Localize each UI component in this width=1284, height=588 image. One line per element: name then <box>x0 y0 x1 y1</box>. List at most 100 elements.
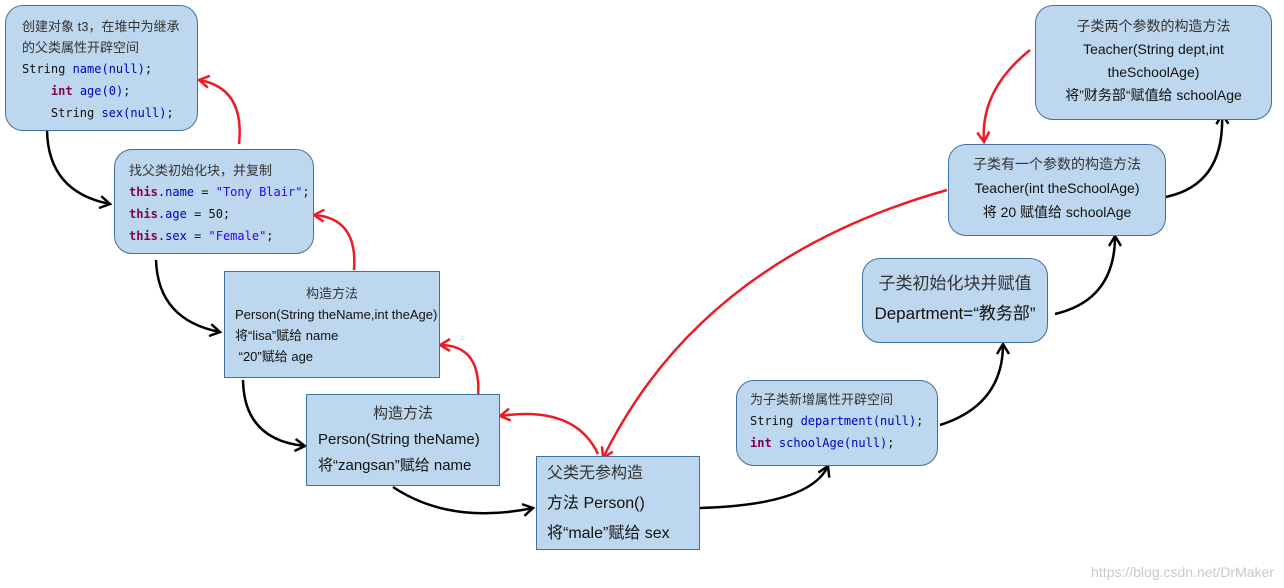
text-segment: ; <box>144 62 153 76</box>
box-parent-field-space: 创建对象 t3，在堆中为继承 的父类属性开辟空间 String name(null)… <box>5 5 198 131</box>
text-segment: "Female" <box>208 229 267 243</box>
box-line: 子类两个参数的构造方法 <box>1042 15 1265 38</box>
text-segment: String <box>22 106 102 120</box>
text-segment: 将“lisa”赋给 name <box>235 328 339 343</box>
return-arrow <box>440 345 480 399</box>
box-line: 创建对象 t3，在堆中为继承 <box>22 16 181 37</box>
text-segment: 父类无参构造 <box>547 465 644 482</box>
flow-arrow <box>154 259 220 332</box>
watermark: https://blog.csdn.net/DrMaker <box>1091 564 1274 580</box>
box-line: 子类初始化块并赋值 <box>871 269 1039 299</box>
text-segment: ; <box>887 436 895 450</box>
text-segment: int <box>750 436 772 450</box>
text-segment: ; <box>123 84 131 98</box>
box-line: int age(0); <box>22 80 181 102</box>
text-segment: int <box>50 84 73 98</box>
text-segment: 找父类初始化块，并复制 <box>129 163 273 178</box>
box-person-no-arg-constructor: 父类无参构造 方法 Person() 将“male”赋给 sex <box>536 456 700 550</box>
box-line: 构造方法 <box>318 401 488 427</box>
text-segment: 为子类新增属性开辟空间 <box>750 392 894 407</box>
text-segment: Department=“教务部” <box>874 304 1036 323</box>
box-line: 的父类属性开辟空间 <box>22 37 181 58</box>
box-line: 为子类新增属性开辟空间 <box>750 389 924 410</box>
box-line: this.sex = "Female"; <box>129 225 299 247</box>
text-segment: “20”赋给 age <box>235 349 314 364</box>
text-segment: Person(String theName,int theAge) <box>235 307 438 322</box>
text-segment: 子类有一个参数的构造方法 <box>973 156 1141 172</box>
text-segment: "Tony Blair" <box>215 185 303 199</box>
return-arrow <box>984 49 1031 142</box>
box-line: 将”财务部“赋值给 schoolAge <box>1042 84 1265 107</box>
return-arrow <box>500 414 600 455</box>
text-segment: 构造方法 <box>372 405 433 422</box>
text-segment: .sex <box>157 229 187 243</box>
box-line: 方法 Person() <box>547 489 689 519</box>
text-segment: 将“zangsan”赋给 name <box>318 457 472 474</box>
text-segment: String <box>22 62 73 76</box>
box-child-field-space: 为子类新增属性开辟空间 String department(null); int s… <box>736 380 938 466</box>
text-segment: 的父类属性开辟空间 <box>22 40 140 55</box>
flow-arrow <box>241 379 305 446</box>
text-segment <box>22 84 51 98</box>
box-line: 找父类初始化块，并复制 <box>129 160 299 181</box>
text-segment: department(null) <box>800 414 917 428</box>
box-line: this.name = "Tony Blair"; <box>129 181 310 203</box>
box-parent-init-block: 找父类初始化块，并复制 this.name = "Tony Blair"; this… <box>114 149 314 254</box>
box-person-one-arg-constructor: 构造方法 Person(String theName) 将“zangsan”赋给 n… <box>306 394 500 486</box>
box-line: int schoolAge(null); <box>750 432 924 454</box>
box-line: theSchoolAge) <box>1042 61 1265 84</box>
box-line: Teacher(String dept,int <box>1042 38 1265 61</box>
text-segment: ; <box>302 185 310 199</box>
box-line: 父类无参构造 <box>547 459 689 489</box>
text-segment: ; <box>916 414 924 428</box>
text-segment: 创建对象 t3，在堆中为继承 <box>22 19 180 34</box>
box-line: Teacher(int theSchoolAge) <box>957 176 1157 200</box>
text-segment: 子类初始化块并赋值 <box>878 274 1032 293</box>
text-segment: 将 20 赋值给 schoolAge <box>982 204 1132 220</box>
box-line: String department(null); <box>750 410 924 432</box>
text-segment: theSchoolAge) <box>1107 64 1200 80</box>
text-segment: .name <box>157 185 195 199</box>
text-segment: = <box>186 229 209 243</box>
flow-arrow <box>45 129 110 204</box>
box-line: “20”赋给 age <box>235 346 429 367</box>
box-line: this.age = 50; <box>129 203 299 225</box>
flow-arrow <box>1054 236 1115 316</box>
box-line: 构造方法 <box>235 283 429 304</box>
text-segment: 将“male”赋给 sex <box>547 525 670 542</box>
text-segment: .age <box>157 207 187 221</box>
text-segment: 方法 Person() <box>547 495 645 512</box>
text-segment: 子类两个参数的构造方法 <box>1076 18 1231 34</box>
text-segment: this <box>129 207 158 221</box>
diagram: 创建对象 t3，在堆中为继承 的父类属性开辟空间 String name(null)… <box>0 0 1284 588</box>
text-segment: = 50; <box>186 207 231 221</box>
text-segment: this <box>129 229 158 243</box>
return-arrow <box>199 80 241 145</box>
text-segment: name(null) <box>72 62 145 76</box>
text-segment: ; <box>166 106 174 120</box>
box-line: 将 20 赋值给 schoolAge <box>957 200 1157 224</box>
text-segment: schoolAge(null) <box>771 436 888 450</box>
text-segment: = <box>194 185 216 199</box>
text-segment: 构造方法 <box>305 286 358 301</box>
box-line: 将“lisa”赋给 name <box>235 325 429 346</box>
box-line: Person(String theName,int theAge) <box>235 304 437 325</box>
box-line: Person(String theName) <box>318 427 488 453</box>
flow-arrow <box>392 485 533 513</box>
text-segment: Person(String theName) <box>318 431 480 448</box>
text-segment: age(0) <box>72 84 124 98</box>
box-teacher-two-arg-constructor: 子类两个参数的构造方法 Teacher(String dept,int theSch… <box>1035 5 1272 120</box>
box-line: 将“zangsan”赋给 name <box>318 453 488 479</box>
text-segment: String <box>750 414 801 428</box>
text-segment: Teacher(int theSchoolAge) <box>974 180 1140 196</box>
text-segment: sex(null) <box>101 106 167 120</box>
box-line: String name(null); <box>22 58 181 80</box>
text-segment: ; <box>266 229 274 243</box>
box-line: 子类有一个参数的构造方法 <box>957 152 1157 176</box>
flow-arrow <box>1159 114 1222 200</box>
box-teacher-one-arg-constructor: 子类有一个参数的构造方法 Teacher(int theSchoolAge) 将 2… <box>948 144 1166 236</box>
return-arrow <box>314 215 356 271</box>
box-line: String sex(null); <box>22 102 181 124</box>
text-segment: this <box>129 185 158 199</box>
box-person-two-arg-constructor: 构造方法 Person(String theName,int theAge) 将“l… <box>224 271 440 378</box>
